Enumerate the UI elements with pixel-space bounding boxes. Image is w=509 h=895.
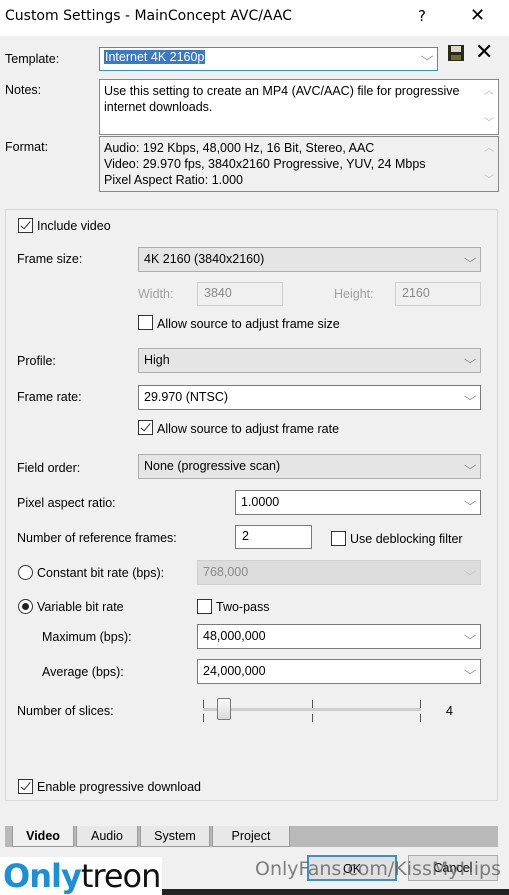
scroll-up-icon[interactable]: ︿ [484, 84, 494, 100]
include-video-checkbox[interactable] [18, 218, 33, 233]
frame-size-value: 4K 2160 (3840x2160) [144, 252, 265, 266]
tab-audio[interactable]: Audio [76, 826, 138, 847]
notes-text: Use this setting to create an MP4 (AVC/A… [104, 84, 460, 114]
format-par-line: Pixel Aspect Ratio: 1.000 [104, 173, 243, 187]
slider-tick [312, 700, 313, 708]
slider-tick [420, 700, 421, 708]
include-video-label: Include video [37, 219, 111, 233]
slices-label: Number of slices: [17, 704, 114, 718]
cbr-label: Constant bit rate (bps): [37, 566, 165, 580]
tab-system[interactable]: System [140, 826, 210, 847]
height-input[interactable]: 2160 [395, 282, 481, 306]
maximum-value: 48,000,000 [203, 629, 266, 643]
allow-frame-size-label: Allow source to adjust frame size [157, 317, 340, 331]
average-label: Average (bps): [42, 665, 124, 679]
maximum-select[interactable]: 48,000,000 ⌵ [197, 624, 481, 649]
scroll-up-icon[interactable]: ︿ [484, 141, 494, 157]
width-label: Width: [138, 287, 174, 301]
slices-slider-track[interactable] [203, 708, 421, 711]
template-label: Template: [5, 52, 60, 66]
slider-tick [203, 714, 204, 722]
watermark-logo: Onlytreon [0, 857, 162, 895]
notes-label: Notes: [5, 83, 42, 97]
chevron-down-icon: ⌵ [463, 460, 477, 472]
allow-frame-rate-label: Allow source to adjust frame rate [157, 422, 340, 436]
deblocking-checkbox[interactable] [331, 531, 346, 546]
frame-rate-value: 29.970 (NTSC) [144, 390, 229, 404]
frame-rate-label: Frame rate: [17, 390, 82, 404]
ref-frames-label: Number of reference frames: [17, 531, 177, 545]
average-select[interactable]: 24,000,000 ⌵ [197, 659, 481, 684]
field-order-label: Field order: [17, 461, 81, 475]
close-button[interactable]: ✕ [470, 5, 485, 26]
pixel-aspect-select[interactable]: 1.0000 ⌵ [235, 490, 481, 515]
deblocking-label: Use deblocking filter [350, 532, 463, 546]
height-label: Height: [334, 287, 374, 301]
width-input[interactable]: 3840 [197, 282, 283, 306]
template-value: Internet 4K 2160p [104, 50, 206, 64]
delete-template-button[interactable]: ✕ [475, 40, 493, 65]
allow-frame-size-checkbox[interactable] [138, 315, 153, 330]
cbr-value: 768,000 [203, 565, 249, 579]
frame-rate-select[interactable]: 29.970 (NTSC) ⌵ [138, 385, 481, 410]
template-select[interactable]: Internet 4K 2160p ⌵ [99, 47, 438, 71]
format-label: Format: [5, 140, 49, 154]
profile-select[interactable]: High ⌵ [138, 348, 481, 373]
frame-size-select[interactable]: 4K 2160 (3840x2160) ⌵ [138, 247, 481, 272]
field-order-value: None (progressive scan) [144, 459, 281, 473]
chevron-down-icon: ⌵ [463, 253, 477, 265]
slider-tick [312, 714, 313, 722]
tab-project[interactable]: Project [212, 826, 290, 847]
tab-video[interactable]: Video [12, 826, 74, 847]
watermark-logo-treon: treon [80, 857, 162, 895]
progressive-download-checkbox[interactable] [18, 779, 33, 794]
chevron-down-icon: ⌵ [463, 496, 477, 508]
chevron-down-icon: ⌵ [463, 354, 477, 366]
pixel-aspect-label: Pixel aspect ratio: [17, 496, 116, 510]
cbr-radio[interactable] [18, 565, 33, 580]
allow-frame-rate-checkbox[interactable] [138, 420, 153, 435]
slider-tick [420, 714, 421, 722]
format-textarea: Audio: 192 Kbps, 48,000 Hz, 16 Bit, Ster… [99, 136, 499, 192]
window-title: Custom Settings - MainConcept AVC/AAC [5, 8, 293, 24]
title-bar: Custom Settings - MainConcept AVC/AAC ? … [0, 0, 509, 36]
chevron-down-icon: ⌵ [463, 665, 477, 677]
scroll-down-icon[interactable]: ﹀ [484, 116, 494, 132]
watermark-text: OnlyFans.com/KissMyHips [255, 858, 502, 880]
average-value: 24,000,000 [203, 664, 266, 678]
slider-tick [203, 700, 204, 708]
chevron-down-icon: ⌵ [463, 630, 477, 642]
format-audio-line: Audio: 192 Kbps, 48,000 Hz, 16 Bit, Ster… [104, 141, 375, 155]
cbr-select[interactable]: 768,000 ⌵ [197, 560, 481, 585]
delete-x-icon: ✕ [475, 40, 494, 65]
floppy-disk-icon [448, 45, 464, 61]
frame-size-label: Frame size: [17, 252, 83, 266]
bottom-strip [162, 889, 509, 895]
help-button[interactable]: ? [418, 7, 426, 25]
pixel-aspect-value: 1.0000 [241, 495, 280, 509]
chevron-down-icon: ⌵ [420, 51, 434, 63]
vbr-label: Variable bit rate [37, 600, 124, 614]
vbr-radio[interactable] [18, 599, 33, 614]
notes-textarea[interactable]: Use this setting to create an MP4 (AVC/A… [99, 79, 499, 135]
two-pass-checkbox[interactable] [197, 599, 212, 614]
slices-slider-thumb[interactable] [217, 698, 231, 720]
chevron-down-icon: ⌵ [463, 391, 477, 403]
watermark-logo-only: Only [3, 857, 82, 895]
slices-value: 4 [446, 704, 453, 718]
format-video-line: Video: 29.970 fps, 3840x2160 Progressive… [104, 157, 426, 171]
progressive-download-label: Enable progressive download [37, 780, 201, 794]
two-pass-label: Two-pass [216, 600, 270, 614]
maximum-label: Maximum (bps): [42, 630, 132, 644]
field-order-select[interactable]: None (progressive scan) ⌵ [138, 454, 481, 479]
profile-label: Profile: [17, 354, 56, 368]
save-template-button[interactable] [447, 44, 465, 65]
chevron-down-icon: ⌵ [463, 566, 477, 578]
profile-value: High [144, 353, 170, 367]
ref-frames-input[interactable]: 2 [235, 525, 312, 549]
scroll-down-icon[interactable]: ﹀ [484, 173, 494, 189]
